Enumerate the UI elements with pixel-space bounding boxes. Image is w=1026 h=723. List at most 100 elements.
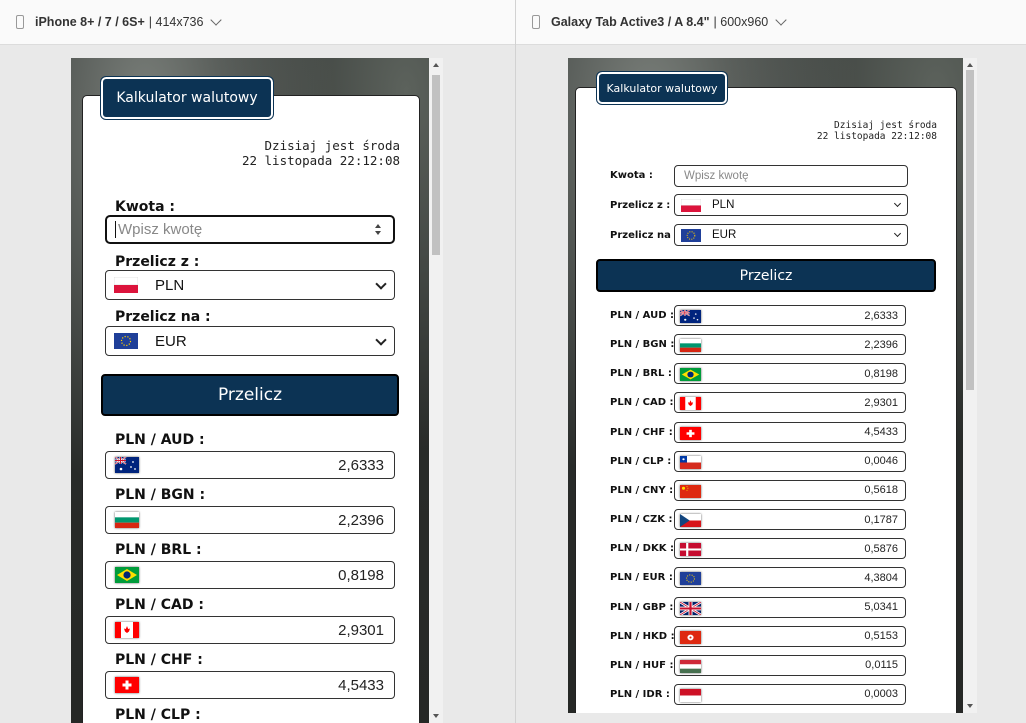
chf-flag-icon (680, 426, 701, 440)
rate-label: PLN / AUD : (115, 432, 205, 448)
device-size: | 414x736 (148, 15, 204, 29)
rate-value: 0,5153 (864, 630, 898, 643)
to-currency-value: EUR (712, 229, 737, 241)
rate-value: 0,0115 (865, 659, 898, 672)
rate-label: PLN / CAD : (610, 397, 674, 409)
rate-label: PLN / BGN : (115, 487, 206, 503)
to-currency-value: EUR (155, 333, 187, 350)
date-display: Dzisiaj jest środa 22 listopada 22:12:08 (242, 138, 400, 168)
dkk-flag-icon (680, 543, 701, 557)
device-selector[interactable]: iPhone 8+ / 7 / 6S+ | 414x736 (0, 0, 515, 45)
chevron-down-icon (375, 334, 387, 346)
rate-label: PLN / BRL : (115, 542, 202, 558)
device-size: | 600x960 (713, 15, 769, 29)
rate-label: PLN / EUR : (610, 572, 673, 584)
to-label: Przelicz na : (610, 230, 679, 241)
device-selector[interactable]: Galaxy Tab Active3 / A 8.4" | 600x960 (516, 0, 1026, 45)
rate-value: 0,1787 (864, 513, 898, 526)
device-name: iPhone 8+ / 7 / 6S+ (35, 15, 145, 29)
rate-value: 4,5433 (338, 676, 384, 694)
chevron-down-icon[interactable] (775, 13, 787, 26)
device-viewport: Kalkulator walutowy Dzisiaj jest środa 2… (568, 58, 977, 713)
rate-label: PLN / BGN : (610, 339, 675, 351)
rate-value: 2,2396 (864, 338, 898, 351)
rate-output-field: 0,8198 (105, 561, 395, 589)
date-weekday: Dzisiaj jest środa (834, 120, 937, 131)
scroll-thumb[interactable] (432, 75, 440, 255)
bgn-flag-icon (680, 339, 701, 353)
scrollbar[interactable] (429, 58, 443, 723)
rate-output-field: 2,6333 (674, 305, 906, 326)
cad-flag-icon (115, 622, 139, 638)
rate-output-field: 2,9301 (674, 392, 906, 414)
rate-label: PLN / CZK : (610, 514, 673, 526)
eu-flag-icon (681, 229, 701, 242)
cad-flag-icon (680, 397, 701, 411)
eu-flag-icon (114, 333, 138, 349)
idr-flag-icon (680, 688, 701, 702)
aud-flag-icon (680, 310, 701, 323)
poland-flag-icon (681, 199, 701, 212)
aud-flag-icon (115, 457, 139, 473)
calculator-tab: Kalkulator walutowy (596, 71, 728, 105)
rate-label: PLN / CHF : (115, 652, 203, 668)
rate-label: PLN / AUD : (610, 310, 675, 321)
chevron-down-icon (893, 229, 902, 238)
rate-value: 2,9301 (864, 396, 898, 409)
rate-output-field: 0,5153 (674, 625, 906, 647)
scroll-up-arrow[interactable] (967, 63, 973, 67)
rate-label: PLN / HUF : (610, 659, 674, 671)
scroll-up-arrow[interactable] (433, 63, 439, 67)
date-time: 22 listopada 22:12:08 (241, 153, 400, 168)
rate-output-field: 0,0003 (674, 683, 906, 705)
rate-label: PLN / CLP : (610, 455, 672, 467)
to-currency-select[interactable]: EUR (105, 326, 395, 356)
brl-flag-icon (115, 567, 139, 583)
amount-input[interactable]: Wpisz kwotę (674, 165, 908, 187)
rate-value: 0,0003 (864, 688, 898, 701)
czk-flag-icon (680, 514, 701, 528)
scroll-down-arrow[interactable] (967, 704, 973, 708)
rate-output-field: 0,5618 (674, 479, 906, 501)
rate-value: 0,5618 (864, 484, 898, 497)
rate-label: PLN / GBP : (610, 601, 674, 613)
convert-button[interactable]: Przelicz (596, 259, 936, 292)
convert-button[interactable]: Przelicz (101, 374, 399, 416)
from-currency-value: PLN (155, 277, 185, 294)
rate-value: 4,5433 (864, 426, 898, 439)
rate-output-field: 4,3804 (674, 567, 906, 589)
rate-output-field: 2,6333 (105, 451, 395, 479)
bgn-flag-icon (115, 512, 139, 528)
from-currency-select[interactable]: PLN (105, 270, 395, 300)
clp-flag-icon (680, 455, 701, 469)
rate-value: 2,6333 (338, 456, 384, 474)
rate-output-field: 2,2396 (105, 506, 395, 534)
rate-value: 2,9301 (338, 621, 384, 639)
from-currency-select[interactable]: PLN (674, 194, 908, 216)
scrollbar[interactable] (963, 58, 977, 713)
amount-input[interactable]: Wpisz kwotę (105, 215, 395, 244)
rate-value: 0,0046 (864, 455, 898, 468)
rate-output-field: 2,9301 (105, 616, 395, 644)
rate-value: 2,2396 (338, 511, 384, 529)
iphone-preview-panel: iPhone 8+ / 7 / 6S+ | 414x736 Kalkulator… (0, 0, 515, 723)
chevron-down-icon[interactable] (210, 13, 223, 26)
rate-label: PLN / CHF : (610, 426, 673, 438)
rate-label: PLN / CAD : (115, 597, 204, 613)
scroll-thumb[interactable] (966, 70, 974, 390)
spin-up-icon[interactable] (375, 224, 381, 228)
from-currency-value: PLN (712, 199, 735, 211)
rate-output-field: 2,2396 (674, 334, 906, 356)
to-currency-select[interactable]: EUR (674, 224, 908, 246)
rate-value: 4,3804 (864, 571, 898, 584)
rate-value: 2,6333 (864, 309, 898, 322)
spin-down-icon[interactable] (375, 231, 381, 235)
rate-value: 0,8198 (338, 566, 384, 584)
rate-output-field: 0,8198 (674, 363, 906, 385)
rate-output-field: 0,1787 (674, 509, 906, 531)
rate-label: PLN / DKK : (610, 543, 674, 555)
brl-flag-icon (680, 368, 701, 382)
rate-output-field: 0,0115 (674, 654, 906, 676)
tablet-icon (532, 15, 540, 29)
scroll-down-arrow[interactable] (433, 714, 439, 718)
